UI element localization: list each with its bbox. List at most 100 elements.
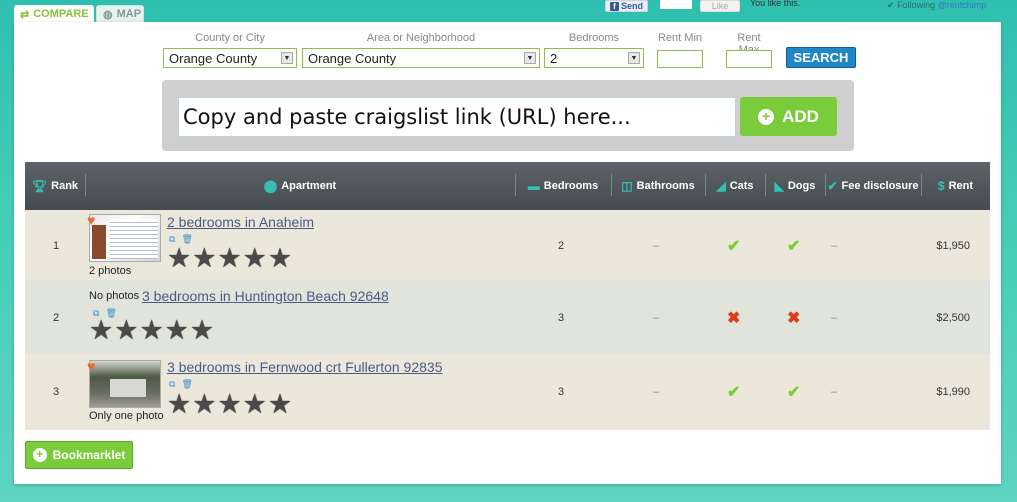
rank-value: 3 <box>52 386 60 398</box>
area-select[interactable]: Orange County ▼ <box>302 48 540 68</box>
globe-icon: ◍ <box>103 8 113 21</box>
counter-box <box>660 0 692 9</box>
header-rent[interactable]: $ Rent <box>921 162 990 210</box>
rent-min-label: Rent Min <box>657 32 703 44</box>
apartment-link[interactable]: 3 bedrooms in Huntington Beach 92648 <box>142 288 389 304</box>
like-label: Like <box>711 1 729 11</box>
star-icon[interactable]: ★ <box>114 317 138 344</box>
area-label: Area or Neighborhood <box>366 32 476 44</box>
trophy-icon: 🏆︎ <box>31 179 48 193</box>
fee-value: – <box>831 386 838 398</box>
star-icon[interactable]: ★ <box>217 245 241 272</box>
header-bathrooms[interactable]: ◫ Bathrooms <box>611 162 705 210</box>
header-apartment[interactable]: ⬤ Apartment <box>85 162 515 210</box>
star-icon[interactable]: ★ <box>243 391 267 418</box>
tab-map[interactable]: ◍ MAP <box>96 5 144 23</box>
header-dogs[interactable]: ◣ Dogs <box>765 162 825 210</box>
bedrooms-select[interactable]: 2 ▼ <box>544 48 644 68</box>
following-handle: @rentchimp <box>937 0 987 10</box>
rent-max-input[interactable] <box>726 50 772 68</box>
cat-icon: ◢ <box>716 179 726 193</box>
bathrooms-value: – <box>653 386 660 398</box>
star-icon[interactable]: ★ <box>167 245 191 272</box>
header-rank[interactable]: 🏆︎ Rank <box>25 162 85 210</box>
craigslist-url-input[interactable]: Copy and paste craigslist link (URL) her… <box>178 97 736 137</box>
apartment-link[interactable]: 2 bedrooms in Anaheim <box>167 214 314 230</box>
header-rent-label: Rent <box>948 180 974 192</box>
star-icon[interactable]: ★ <box>243 245 267 272</box>
fee-value: – <box>831 312 838 324</box>
header-bathrooms-label: Bathrooms <box>636 180 695 192</box>
rent-min-input[interactable] <box>657 50 703 68</box>
star-icon[interactable]: ★ <box>268 391 292 418</box>
cats-allowed-icon: ✔ <box>727 384 741 401</box>
add-button[interactable]: + ADD <box>740 97 837 136</box>
bedrooms-value: 2 <box>558 240 565 252</box>
plus-icon: + <box>32 448 47 462</box>
star-icon[interactable]: ★ <box>139 317 163 344</box>
apartment-link[interactable]: 3 bedrooms in Fernwood crt Fullerton 928… <box>167 359 442 375</box>
photo-count: 2 photos <box>89 265 132 277</box>
facebook-icon: f <box>609 1 619 11</box>
map-pin-icon: ⬤ <box>263 179 278 193</box>
header-cats-label: Cats <box>729 180 754 192</box>
header-dogs-label: Dogs <box>787 180 816 192</box>
dollar-icon: $ <box>937 179 945 193</box>
search-button[interactable]: SEARCH <box>786 47 856 68</box>
star-rating[interactable]: ★ ★ ★ ★ ★ <box>167 391 292 418</box>
star-icon[interactable]: ★ <box>217 391 241 418</box>
photo-count: Only one photo <box>89 410 164 422</box>
table-row: 2 No photos 3 bedrooms in Huntington Bea… <box>25 280 990 354</box>
star-icon[interactable]: ★ <box>167 391 191 418</box>
twitter-follow-status[interactable]: ✔ Following @rentchimp <box>887 0 986 11</box>
star-icon[interactable]: ★ <box>190 317 214 344</box>
heart-icon[interactable]: ♥ <box>87 213 100 227</box>
like-status-text: You like this. <box>750 0 801 8</box>
heart-icon[interactable]: ♥ <box>87 359 100 373</box>
rent-value: $1,950 <box>936 240 970 252</box>
star-rating[interactable]: ★ ★ ★ ★ ★ <box>89 317 214 344</box>
dogs-allowed-icon: ✔ <box>787 238 801 255</box>
tab-compare-label: COMPARE <box>33 8 89 20</box>
following-label: Following <box>897 0 936 10</box>
bedrooms-value: 3 <box>558 312 565 324</box>
county-label: County or City <box>195 32 265 44</box>
tab-map-label: MAP <box>116 8 142 20</box>
star-icon[interactable]: ★ <box>192 391 216 418</box>
facebook-send-button[interactable]: f Send <box>605 0 648 12</box>
star-icon[interactable]: ★ <box>89 317 113 344</box>
bookmarklet-button[interactable]: + Bookmarklet <box>25 441 133 469</box>
star-rating[interactable]: ★ ★ ★ ★ ★ <box>167 245 292 272</box>
cats-allowed-icon: ✔ <box>727 238 741 255</box>
send-label: Send <box>620 1 643 11</box>
star-icon[interactable]: ★ <box>192 245 216 272</box>
tab-compare[interactable]: ⇄ COMPARE <box>14 5 94 23</box>
header-rank-label: Rank <box>51 180 79 192</box>
check-icon: ✔ <box>887 0 895 10</box>
url-entry-box: Copy and paste craigslist link (URL) her… <box>162 80 854 151</box>
dropdown-arrow-icon: ▼ <box>628 52 640 64</box>
facebook-like-button[interactable]: Like <box>700 0 740 12</box>
table-row: 1 ♥ 2 bedrooms in Anaheim ⧉ 🗑︎ 2 photos … <box>25 210 990 280</box>
area-value: Orange County <box>308 50 397 66</box>
cats-not-allowed-icon: ✖ <box>727 310 741 327</box>
header-fee-disclosure[interactable]: ✔ Fee disclosure <box>825 162 921 210</box>
dropdown-arrow-icon: ▼ <box>281 52 293 64</box>
header-bedrooms[interactable]: ▬ Bedrooms <box>515 162 611 210</box>
compare-icon: ⇄ <box>20 8 30 21</box>
header-bedrooms-label: Bedrooms <box>543 180 599 192</box>
header-apartment-label: Apartment <box>281 180 337 192</box>
bedrooms-label: Bedrooms <box>568 32 620 44</box>
bed-icon: ▬ <box>527 179 540 193</box>
bathrooms-value: – <box>653 240 660 252</box>
fee-value: – <box>831 240 838 252</box>
header-cats[interactable]: ◢ Cats <box>705 162 765 210</box>
bedrooms-value: 2 <box>550 50 558 66</box>
star-icon[interactable]: ★ <box>268 245 292 272</box>
star-icon[interactable]: ★ <box>165 317 189 344</box>
rent-value: $2,500 <box>936 312 970 324</box>
rank-value: 1 <box>52 240 60 252</box>
county-select[interactable]: Orange County ▼ <box>163 48 297 68</box>
add-label: ADD <box>782 106 819 126</box>
bookmarklet-label: Bookmarklet <box>52 448 126 462</box>
